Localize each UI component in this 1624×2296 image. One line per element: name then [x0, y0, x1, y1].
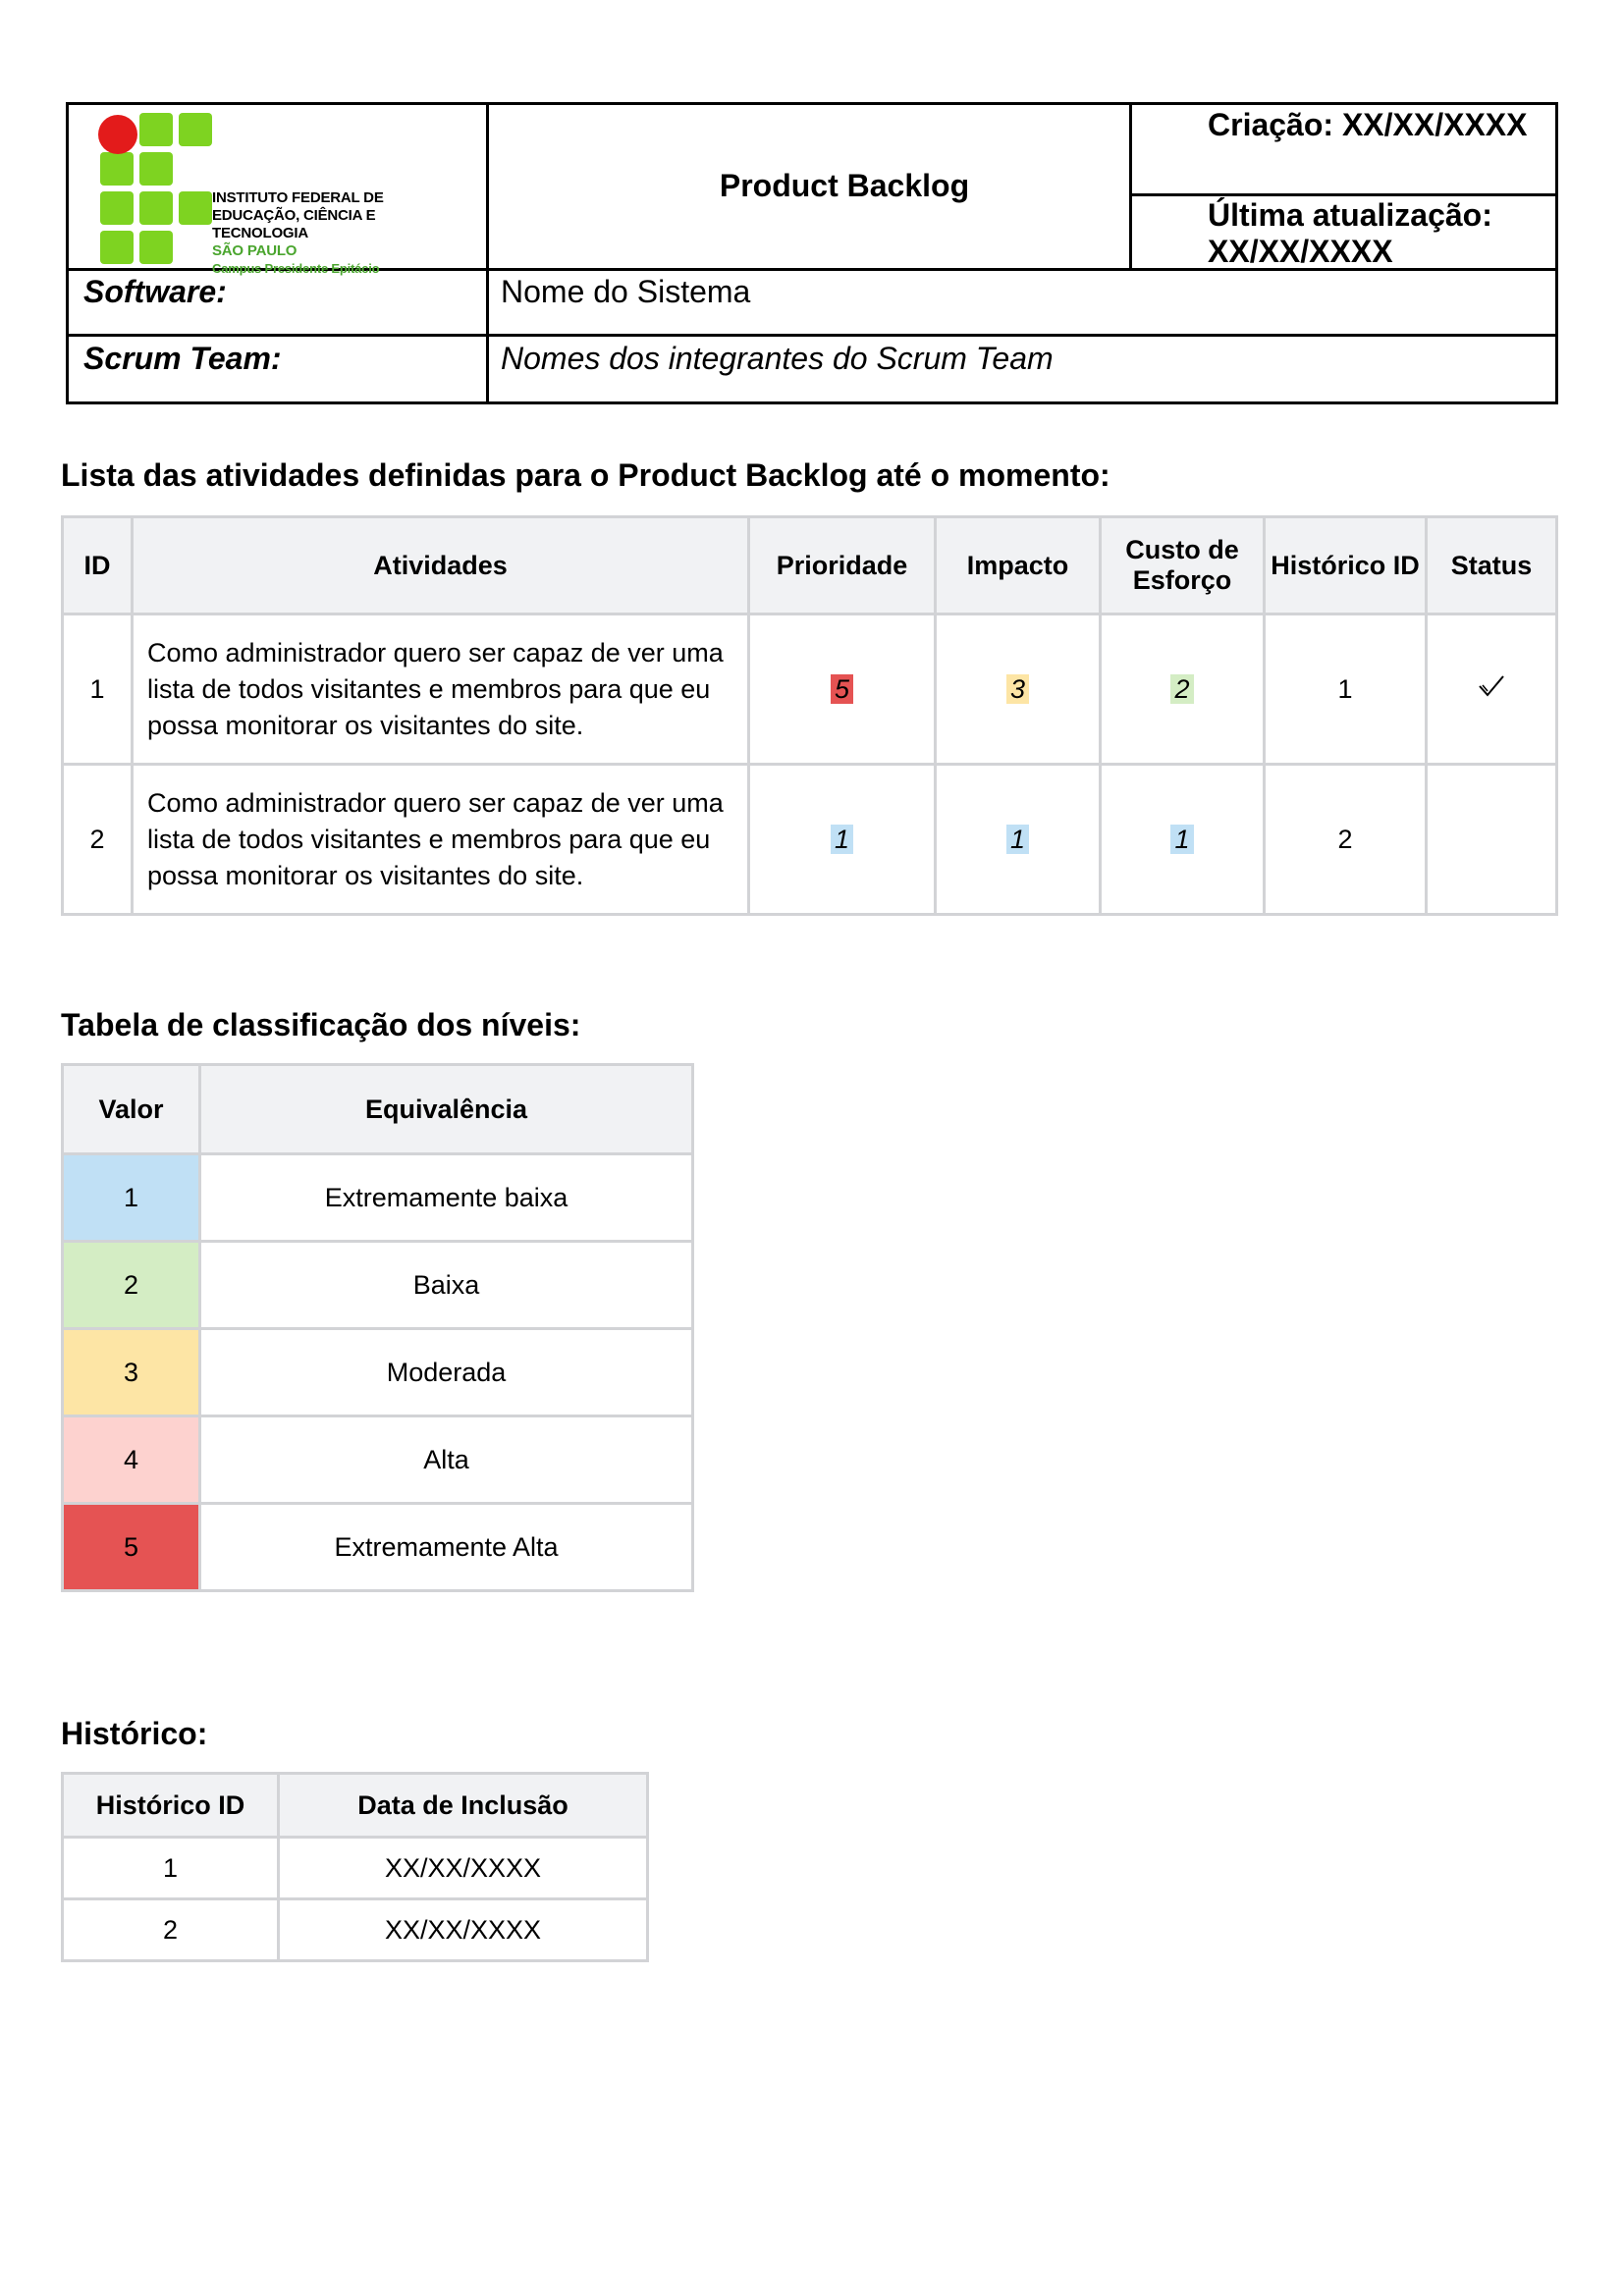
table-row: 5 Extremamente Alta — [61, 1502, 694, 1592]
row-history-id: 2 — [1263, 763, 1428, 916]
column-header-impact: Impacto — [934, 515, 1102, 615]
level-label: Moderada — [198, 1327, 694, 1417]
level-label: Alta — [198, 1415, 694, 1505]
row-priority: 1 — [747, 763, 937, 916]
row-impact: 3 — [934, 613, 1102, 766]
table-row: 2 Baixa — [61, 1240, 694, 1330]
creation-date: Criação: XX/XX/XXXX — [1208, 107, 1528, 142]
history-date: XX/XX/XXXX — [277, 1836, 649, 1900]
history-date: XX/XX/XXXX — [277, 1897, 649, 1962]
column-header-id: ID — [61, 515, 134, 615]
software-label: Software: — [83, 274, 227, 309]
level-value: 4 — [61, 1415, 201, 1505]
document-title: Product Backlog — [719, 167, 970, 203]
column-header-value: Valor — [61, 1063, 201, 1155]
history-section-title: Histórico: — [61, 1716, 208, 1751]
row-effort: 2 — [1099, 613, 1266, 766]
check-icon — [1479, 674, 1504, 697]
row-impact: 1 — [934, 763, 1102, 916]
table-row: 2 XX/XX/XXXX — [61, 1897, 649, 1962]
level-value: 1 — [61, 1152, 201, 1243]
column-header-status: Status — [1425, 515, 1558, 615]
column-header-equivalence: Equivalência — [198, 1063, 694, 1155]
history-table: Histórico ID Data de Inclusão 1 XX/XX/XX… — [61, 1772, 649, 1962]
last-update-date: Última atualização: XX/XX/XXXX — [1208, 197, 1492, 269]
level-value: 3 — [61, 1327, 201, 1417]
table-header-row: Histórico ID Data de Inclusão — [61, 1772, 649, 1839]
table-row: 1 XX/XX/XXXX — [61, 1836, 649, 1900]
table-header-row: Valor Equivalência — [61, 1063, 694, 1155]
column-header-activities: Atividades — [131, 515, 750, 615]
row-status — [1425, 613, 1558, 766]
scrum-team-label: Scrum Team: — [83, 341, 282, 376]
column-header-history-id: Histórico ID — [61, 1772, 280, 1839]
table-row: 1 Extremamente baixa — [61, 1152, 694, 1243]
institution-logo: INSTITUTO FEDERAL DE EDUCAÇÃO, CIÊNCIA E… — [81, 109, 473, 276]
row-history-id: 1 — [1263, 613, 1428, 766]
level-value: 2 — [61, 1240, 201, 1330]
column-header-history-id: Histórico ID — [1263, 515, 1428, 615]
row-priority: 5 — [747, 613, 937, 766]
row-status — [1425, 763, 1558, 916]
scrum-team-value: Nomes dos integrantes do Scrum Team — [501, 341, 1054, 376]
history-id: 1 — [61, 1836, 280, 1900]
backlog-table: ID Atividades Prioridade Impacto Custo d… — [61, 515, 1558, 916]
row-effort: 1 — [1099, 763, 1266, 916]
levels-section-title: Tabela de classificação dos níveis: — [61, 1007, 581, 1042]
column-header-priority: Prioridade — [747, 515, 937, 615]
column-header-inclusion-date: Data de Inclusão — [277, 1772, 649, 1839]
table-row: 2 Como administrador quero ser capaz de … — [61, 763, 1558, 916]
table-row: 4 Alta — [61, 1415, 694, 1505]
level-value: 5 — [61, 1502, 201, 1592]
level-label: Baixa — [198, 1240, 694, 1330]
history-id: 2 — [61, 1897, 280, 1962]
table-row: 3 Moderada — [61, 1327, 694, 1417]
logo-red-dot-icon — [98, 115, 137, 154]
document-header: INSTITUTO FEDERAL DE EDUCAÇÃO, CIÊNCIA E… — [66, 102, 1558, 404]
table-row: 1 Como administrador quero ser capaz de … — [61, 613, 1558, 766]
level-label: Extremamente baixa — [198, 1152, 694, 1243]
levels-table: Valor Equivalência 1 Extremamente baixa … — [61, 1063, 694, 1592]
row-id: 1 — [61, 613, 134, 766]
institution-name: INSTITUTO FEDERAL DE EDUCAÇÃO, CIÊNCIA E… — [212, 189, 384, 276]
table-header-row: ID Atividades Prioridade Impacto Custo d… — [61, 515, 1558, 615]
backlog-section-title: Lista das atividades definidas para o Pr… — [61, 457, 1110, 493]
level-label: Extremamente Alta — [198, 1502, 694, 1592]
software-value: Nome do Sistema — [501, 274, 751, 309]
row-id: 2 — [61, 763, 134, 916]
row-activity: Como administrador quero ser capaz de ve… — [131, 763, 750, 916]
row-activity: Como administrador quero ser capaz de ve… — [131, 613, 750, 766]
column-header-effort: Custo de Esforço — [1099, 515, 1266, 615]
